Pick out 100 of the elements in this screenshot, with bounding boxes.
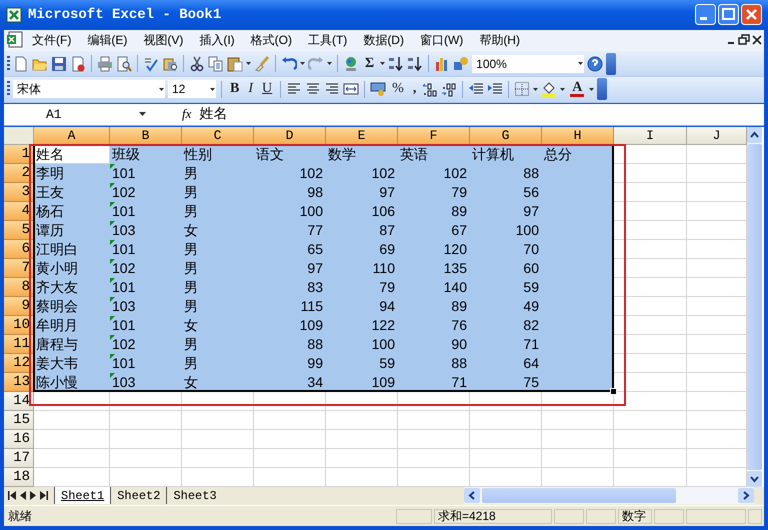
- sheet-cell[interactable]: [687, 448, 747, 468]
- spelling-icon[interactable]: [143, 56, 159, 72]
- sheet-cell[interactable]: [614, 278, 687, 297]
- sheet-cell[interactable]: 100: [254, 202, 326, 221]
- sheet-cell[interactable]: [614, 430, 687, 449]
- sheet-cell[interactable]: [687, 334, 747, 354]
- column-header[interactable]: B: [110, 126, 182, 145]
- sheet-cell[interactable]: [398, 430, 470, 449]
- italic-button[interactable]: I: [245, 81, 256, 98]
- sheet-cell[interactable]: 杨石: [34, 202, 110, 221]
- sheet-cell[interactable]: 110: [326, 258, 398, 278]
- scissors-icon[interactable]: [189, 56, 205, 72]
- help-icon[interactable]: [587, 56, 604, 72]
- sheet-cell[interactable]: 89: [398, 296, 470, 316]
- sheet-cell[interactable]: 71: [470, 334, 542, 354]
- sheet-cell[interactable]: [542, 430, 614, 449]
- sheet-cell[interactable]: 101: [110, 354, 182, 373]
- last-sheet-icon[interactable]: [40, 491, 48, 500]
- row-header[interactable]: 17: [4, 448, 34, 468]
- sheet-cell[interactable]: [614, 220, 687, 240]
- sheet-cell[interactable]: 102: [110, 182, 182, 202]
- sheet-cell[interactable]: [687, 220, 747, 240]
- sheet-cell[interactable]: 135: [398, 258, 470, 278]
- column-header[interactable]: D: [254, 126, 326, 145]
- sheet-cell[interactable]: 103: [110, 220, 182, 240]
- sheet-cell[interactable]: 59: [470, 278, 542, 297]
- sheet-cell[interactable]: 女: [182, 316, 254, 335]
- sheet-cell[interactable]: 97: [326, 182, 398, 202]
- sheet-cell[interactable]: [614, 296, 687, 316]
- close-icon[interactable]: [750, 34, 764, 46]
- underline-button[interactable]: U: [259, 81, 276, 98]
- printer-icon[interactable]: [97, 56, 113, 72]
- sheet-cell[interactable]: [614, 144, 687, 164]
- maximize-icon[interactable]: [718, 4, 739, 26]
- sheet-cell[interactable]: [614, 392, 687, 411]
- menu-item[interactable]: 格式(O): [242, 32, 300, 49]
- sheet-cell[interactable]: 60: [470, 258, 542, 278]
- sheet-cell[interactable]: [614, 182, 687, 202]
- sort-ascending-icon[interactable]: [388, 56, 404, 72]
- minimize-icon[interactable]: [695, 4, 716, 26]
- menu-item[interactable]: 编辑(E): [79, 32, 136, 49]
- sheet-cell[interactable]: [254, 430, 326, 449]
- sheet-cell[interactable]: [687, 258, 747, 278]
- sheet-cell[interactable]: [614, 258, 687, 278]
- caret-icon[interactable]: [560, 88, 566, 91]
- sheet-cell[interactable]: 男: [182, 278, 254, 297]
- column-header[interactable]: F: [398, 126, 470, 145]
- sheet-cell[interactable]: [398, 410, 470, 430]
- sheet-cell[interactable]: 102: [110, 258, 182, 278]
- sheet-cell[interactable]: [182, 468, 254, 487]
- sheet-cell[interactable]: 120: [398, 240, 470, 259]
- first-sheet-icon[interactable]: [8, 491, 16, 500]
- sheet-cell[interactable]: [182, 410, 254, 430]
- caret-icon[interactable]: [300, 62, 305, 66]
- percent-button[interactable]: %: [389, 81, 407, 98]
- sheet-cell[interactable]: 122: [326, 316, 398, 335]
- sheet-cell[interactable]: 56: [470, 182, 542, 202]
- sheet-cell[interactable]: 男: [182, 202, 254, 221]
- sheet-cell[interactable]: 88: [254, 334, 326, 354]
- sheet-cell[interactable]: [110, 448, 182, 468]
- sheet-cell[interactable]: 79: [326, 278, 398, 297]
- column-header[interactable]: E: [326, 126, 398, 145]
- sheet-cell[interactable]: [687, 144, 747, 164]
- sheet-cell[interactable]: 男: [182, 258, 254, 278]
- clipboard-icon[interactable]: [227, 56, 243, 72]
- comma-button[interactable]: ,: [410, 81, 420, 98]
- sheet-cell[interactable]: [34, 448, 110, 468]
- sheet-cell[interactable]: [614, 372, 687, 392]
- sheet-cell[interactable]: [254, 448, 326, 468]
- scroll-right-icon[interactable]: [738, 488, 754, 504]
- sheet-cell[interactable]: 男: [182, 334, 254, 354]
- sheet-cell[interactable]: 男: [182, 240, 254, 259]
- sheet-cell[interactable]: [687, 430, 747, 449]
- sheet-cell[interactable]: 82: [470, 316, 542, 335]
- sheet-cell[interactable]: 王友: [34, 182, 110, 202]
- sheet-cell[interactable]: [687, 372, 747, 392]
- sheet-cell[interactable]: 49: [470, 296, 542, 316]
- menu-item[interactable]: 帮助(H): [471, 32, 528, 49]
- sheet-cell[interactable]: [470, 448, 542, 468]
- sheet-cell[interactable]: 67: [398, 220, 470, 240]
- sheet-cell[interactable]: 65: [254, 240, 326, 259]
- sheet-cell[interactable]: 97: [470, 202, 542, 221]
- sheet-cell[interactable]: 64: [470, 354, 542, 373]
- sheet-cell[interactable]: [614, 354, 687, 373]
- sheet-cell[interactable]: [34, 468, 110, 487]
- sheet-cell[interactable]: 79: [398, 182, 470, 202]
- sheet-cell[interactable]: [687, 278, 747, 297]
- sheet-cell[interactable]: [326, 430, 398, 449]
- font-size-box[interactable]: 12: [168, 80, 216, 98]
- sheet-cell[interactable]: [326, 410, 398, 430]
- sheet-cell[interactable]: 103: [110, 296, 182, 316]
- sheet-tab[interactable]: Sheet1: [54, 487, 110, 504]
- new-document-icon[interactable]: [13, 56, 29, 72]
- copy-icon[interactable]: [208, 56, 224, 72]
- sheet-cell[interactable]: [326, 468, 398, 487]
- toolbar-options-icon[interactable]: [597, 78, 608, 100]
- sheet-cell[interactable]: 101: [110, 240, 182, 259]
- sheet-cell[interactable]: 男: [182, 164, 254, 183]
- sheet-cell[interactable]: [542, 410, 614, 430]
- print-preview-icon[interactable]: [116, 56, 132, 72]
